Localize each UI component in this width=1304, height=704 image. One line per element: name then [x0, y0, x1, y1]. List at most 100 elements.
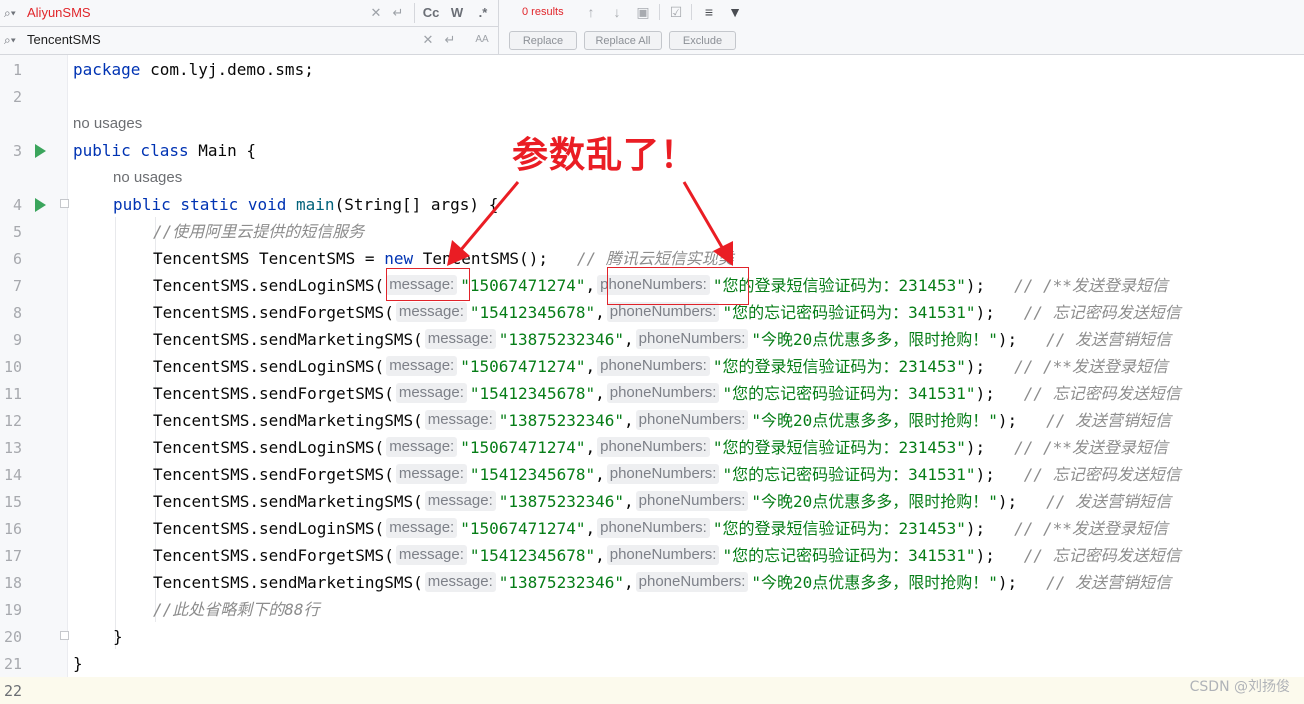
usage-hint[interactable]: no usages: [73, 114, 142, 133]
line-number: 2: [12, 88, 22, 106]
parameter-hint: message:: [395, 383, 467, 403]
exclude-button[interactable]: Exclude: [669, 31, 736, 50]
parameter-hint: message:: [386, 356, 458, 376]
new-line-icon[interactable]: ↵: [440, 30, 460, 50]
line-number: 13: [3, 439, 22, 457]
fold-icon[interactable]: [60, 199, 69, 208]
fold-icon[interactable]: [60, 631, 69, 640]
code-text: }: [73, 654, 83, 673]
code-text: TencentSMS.sendMarketingSMS(message: "138…: [153, 572, 1171, 592]
code-text: public static void main(String[] args) {: [113, 195, 499, 214]
line-number: 17: [3, 547, 22, 565]
code-line: 9 TencentSMS.sendMarketingSMS(message: "1…: [0, 326, 1304, 353]
parameter-hint: message:: [424, 329, 496, 349]
code-text: TencentSMS.sendForgetSMS(message: "154123…: [153, 545, 1181, 565]
parameter-hint: phoneNumbers:: [606, 302, 720, 322]
replace-row: ⌕▾ TencentSMS ✕ ↵ AA: [0, 27, 498, 53]
arrow-up-icon[interactable]: ↑: [581, 2, 601, 22]
parameter-hint: message:: [424, 491, 496, 511]
code-line: 11 TencentSMS.sendForgetSMS(message: "154…: [0, 380, 1304, 407]
code-line: 17 TencentSMS.sendForgetSMS(message: "154…: [0, 542, 1304, 569]
line-number: 15: [3, 493, 22, 511]
line-number: 22: [3, 682, 22, 700]
line-number: 11: [3, 385, 22, 403]
divider: [691, 4, 692, 20]
code-line: 18 TencentSMS.sendMarketingSMS(message: "…: [0, 569, 1304, 596]
line-number: 16: [3, 520, 22, 538]
highlight-box-phone: [607, 267, 749, 305]
usage-inlay: no usages: [0, 110, 1304, 137]
code-text: TencentSMS.sendLoginSMS(message: "1506747…: [153, 518, 1168, 538]
code-comment: //使用阿里云提供的短信服务: [153, 222, 365, 241]
run-icon[interactable]: [35, 198, 46, 212]
code-line: 19 //此处省略剩下的88行: [0, 596, 1304, 623]
code-line: 1 package com.lyj.demo.sms;: [0, 56, 1304, 83]
code-text: }: [113, 627, 123, 646]
replace-input[interactable]: TencentSMS: [27, 31, 101, 48]
parameter-hint: message:: [424, 410, 496, 430]
arrow-down-icon[interactable]: ↓: [607, 2, 627, 22]
code-line: 10 TencentSMS.sendLoginSMS(message: "1506…: [0, 353, 1304, 380]
new-line-icon[interactable]: ↵: [388, 3, 408, 23]
line-number: 21: [3, 655, 22, 673]
parameter-hint: phoneNumbers:: [635, 572, 749, 592]
line-number: 19: [3, 601, 22, 619]
code-line: 20 }: [0, 623, 1304, 650]
code-line: 2: [0, 83, 1304, 110]
clear-replace-icon[interactable]: ✕: [418, 30, 438, 50]
filter-icon[interactable]: ▼: [725, 2, 745, 22]
usage-hint[interactable]: no usages: [113, 168, 182, 187]
code-line: 21 }: [0, 650, 1304, 677]
code-text: TencentSMS.sendLoginSMS(message: "1506747…: [153, 437, 1168, 457]
regex-button[interactable]: .*: [473, 3, 493, 23]
code-text: TencentSMS.sendMarketingSMS(message: "138…: [153, 491, 1171, 511]
parameter-hint: phoneNumbers:: [597, 356, 710, 376]
parameter-hint: message:: [424, 572, 496, 592]
line-number: 3: [12, 142, 22, 160]
find-replace-bar: ⌕▾ AliyunSMS ✕ ↵ Cc W .* ⌕▾ TencentSMS ✕…: [0, 0, 1304, 55]
parameter-hint: phoneNumbers:: [597, 518, 710, 538]
code-text: public class Main {: [73, 141, 257, 160]
results-count: 0 results: [522, 6, 564, 18]
parameter-hint: phoneNumbers:: [635, 491, 749, 511]
replace-all-button[interactable]: Replace All: [584, 31, 662, 50]
parameter-hint: phoneNumbers:: [606, 545, 720, 565]
parameter-hint: phoneNumbers:: [635, 329, 749, 349]
match-case-button[interactable]: Cc: [421, 3, 441, 23]
clear-search-icon[interactable]: ✕: [366, 3, 386, 23]
line-number: 5: [12, 223, 22, 241]
find-row: ⌕▾ AliyunSMS ✕ ↵ Cc W .*: [0, 0, 498, 27]
line-number: 6: [12, 250, 22, 268]
code-line: 4 public static void main(String[] args)…: [0, 191, 1304, 218]
search-icon[interactable]: ⌕▾: [4, 5, 22, 21]
divider: [414, 3, 415, 23]
parameter-hint: phoneNumbers:: [635, 410, 749, 430]
search-input[interactable]: AliyunSMS: [27, 4, 91, 21]
multiline-icon[interactable]: ≡: [699, 2, 719, 22]
line-number: 8: [12, 304, 22, 322]
code-line: 13 TencentSMS.sendLoginSMS(message: "1506…: [0, 434, 1304, 461]
code-text: TencentSMS.sendForgetSMS(message: "154123…: [153, 302, 1181, 322]
line-number: 20: [3, 628, 22, 646]
preserve-case-button[interactable]: AA: [472, 30, 492, 50]
code-line: 14 TencentSMS.sendForgetSMS(message: "154…: [0, 461, 1304, 488]
code-line-current: 22: [0, 677, 1304, 704]
parameter-hint: message:: [386, 437, 458, 457]
code-text: TencentSMS.sendMarketingSMS(message: "138…: [153, 410, 1171, 430]
code-line: 12 TencentSMS.sendMarketingSMS(message: "…: [0, 407, 1304, 434]
code-text: TencentSMS.sendMarketingSMS(message: "138…: [153, 329, 1171, 349]
replace-icon[interactable]: ⌕▾: [4, 32, 22, 48]
parameter-hint: phoneNumbers:: [606, 464, 720, 484]
replace-button[interactable]: Replace: [509, 31, 577, 50]
parameter-hint: phoneNumbers:: [606, 383, 720, 403]
select-all-occurrences-icon[interactable]: ▣: [633, 2, 653, 22]
run-icon[interactable]: [35, 144, 46, 158]
code-text: TencentSMS.sendForgetSMS(message: "154123…: [153, 383, 1181, 403]
match-words-button[interactable]: W: [447, 3, 467, 23]
divider: [498, 0, 499, 54]
filter-settings-icon[interactable]: ☑: [666, 2, 686, 22]
code-text: TencentSMS.sendForgetSMS(message: "154123…: [153, 464, 1181, 484]
line-number: 9: [12, 331, 22, 349]
line-number: 10: [3, 358, 22, 376]
line-number: 14: [3, 466, 22, 484]
